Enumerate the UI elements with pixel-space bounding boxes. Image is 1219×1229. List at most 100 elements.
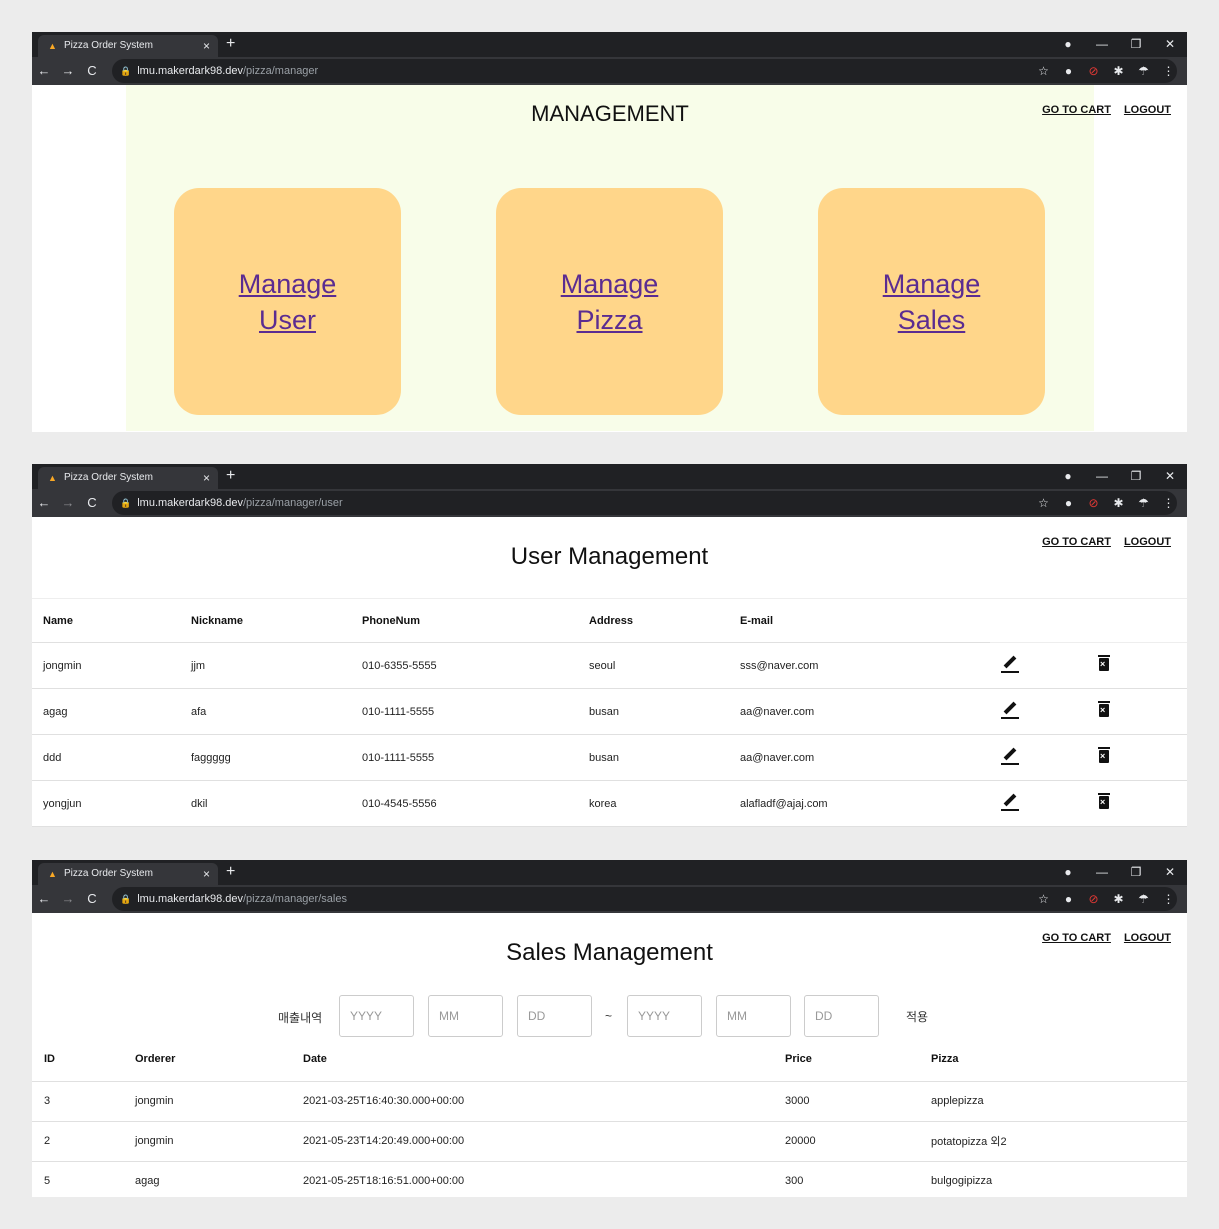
restore-icon[interactable]: ❐: [1119, 464, 1153, 489]
close-window-icon[interactable]: ✕: [1153, 860, 1187, 885]
profile-avatar-icon[interactable]: ☂: [1131, 885, 1156, 913]
minimize-icon[interactable]: —: [1085, 464, 1119, 489]
table-row: agag afa 010-1111-5555 busan aa@naver.co…: [32, 688, 1187, 735]
range-separator: ~: [605, 1009, 613, 1023]
from-day-input[interactable]: DD: [517, 995, 592, 1037]
back-icon[interactable]: ←: [32, 885, 56, 913]
back-icon[interactable]: ←: [32, 489, 56, 517]
minimize-icon[interactable]: —: [1085, 860, 1119, 885]
from-month-input[interactable]: MM: [428, 995, 503, 1037]
back-icon[interactable]: ←: [32, 57, 56, 85]
tab-close-icon[interactable]: ×: [203, 863, 210, 885]
edit-pencil-icon[interactable]: [1001, 747, 1019, 765]
window-controls: ● — ❐ ✕: [1051, 32, 1187, 57]
profile-dot-icon[interactable]: ●: [1051, 464, 1085, 489]
profile-avatar-icon[interactable]: ☂: [1131, 489, 1156, 517]
edit-pencil-icon[interactable]: [1001, 655, 1019, 673]
extension-circle-icon[interactable]: ●: [1056, 489, 1081, 517]
block-icon[interactable]: ⊘: [1081, 885, 1106, 913]
delete-trash-icon[interactable]: [1098, 700, 1110, 717]
go-to-cart-link[interactable]: GO TO CART: [1042, 536, 1111, 548]
puzzle-icon[interactable]: ✱: [1106, 885, 1131, 913]
table-row: 2 jongmin 2021-05-23T14:20:49.000+00:00 …: [32, 1121, 1187, 1162]
bookmark-star-icon[interactable]: ☆: [1031, 885, 1056, 913]
new-tab-button[interactable]: +: [226, 861, 235, 883]
tab-close-icon[interactable]: ×: [203, 467, 210, 489]
cell-nickname: faggggg: [180, 734, 351, 781]
from-year-input[interactable]: YYYY: [339, 995, 414, 1037]
extension-circle-icon[interactable]: ●: [1056, 57, 1081, 85]
to-day-input[interactable]: DD: [804, 995, 879, 1037]
block-icon[interactable]: ⊘: [1081, 57, 1106, 85]
extension-circle-icon[interactable]: ●: [1056, 885, 1081, 913]
cell-id: 2: [32, 1121, 123, 1162]
tab-bar: ▲ Pizza Order System × + ● — ❐ ✕: [32, 860, 1187, 885]
puzzle-icon[interactable]: ✱: [1106, 489, 1131, 517]
go-to-cart-link[interactable]: GO TO CART: [1042, 932, 1111, 944]
manage-pizza-link[interactable]: Manage Pizza: [545, 266, 675, 338]
manage-pizza-card[interactable]: Manage Pizza: [496, 188, 723, 415]
tab-close-icon[interactable]: ×: [203, 35, 210, 57]
address-bar[interactable]: 🔒 lmu.makerdark98.dev/pizza/manager/user: [112, 491, 1177, 515]
browser-toolbar: ← → C 🔒 lmu.makerdark98.dev/pizza/manager…: [32, 885, 1187, 913]
profile-dot-icon[interactable]: ●: [1051, 860, 1085, 885]
cell-address: korea: [578, 780, 729, 827]
cell-email: aa@naver.com: [729, 688, 990, 735]
restore-icon[interactable]: ❐: [1119, 860, 1153, 885]
profile-avatar-icon[interactable]: ☂: [1131, 57, 1156, 85]
menu-kebab-icon[interactable]: ⋮: [1156, 885, 1181, 913]
delete-trash-icon[interactable]: [1098, 746, 1110, 763]
reload-icon[interactable]: C: [80, 885, 104, 913]
to-month-input[interactable]: MM: [716, 995, 791, 1037]
restore-icon[interactable]: ❐: [1119, 32, 1153, 57]
cell-delete: [1088, 688, 1187, 735]
minimize-icon[interactable]: —: [1085, 32, 1119, 57]
cell-price: 300: [773, 1161, 919, 1197]
cell-id: 5: [32, 1161, 123, 1197]
window-controls: ● — ❐ ✕: [1051, 464, 1187, 489]
extension-icons: ☆ ● ⊘ ✱ ☂ ⋮: [1031, 885, 1181, 913]
manage-user-link[interactable]: Manage User: [223, 266, 353, 338]
logout-link[interactable]: LOGOUT: [1124, 932, 1171, 944]
logout-link[interactable]: LOGOUT: [1124, 104, 1171, 116]
browser-tab[interactable]: ▲ Pizza Order System ×: [38, 863, 218, 885]
forward-icon[interactable]: →: [56, 885, 80, 913]
puzzle-icon[interactable]: ✱: [1106, 57, 1131, 85]
forward-icon[interactable]: →: [56, 57, 80, 85]
manage-user-card[interactable]: Manage User: [174, 188, 401, 415]
browser-tab[interactable]: ▲ Pizza Order System ×: [38, 467, 218, 489]
edit-pencil-icon[interactable]: [1001, 793, 1019, 811]
menu-kebab-icon[interactable]: ⋮: [1156, 489, 1181, 517]
to-year-input[interactable]: YYYY: [627, 995, 702, 1037]
delete-trash-icon[interactable]: [1098, 792, 1110, 809]
col-header-nickname: Nickname: [180, 598, 351, 643]
block-icon[interactable]: ⊘: [1081, 489, 1106, 517]
reload-icon[interactable]: C: [80, 57, 104, 85]
manage-sales-link[interactable]: Manage Sales: [867, 266, 997, 338]
page-content: User Management GO TO CART LOGOUT Name N…: [32, 517, 1187, 827]
close-window-icon[interactable]: ✕: [1153, 32, 1187, 57]
cell-delete: [1088, 734, 1187, 781]
close-window-icon[interactable]: ✕: [1153, 464, 1187, 489]
menu-kebab-icon[interactable]: ⋮: [1156, 57, 1181, 85]
bookmark-star-icon[interactable]: ☆: [1031, 57, 1056, 85]
favicon-icon: ▲: [48, 473, 57, 483]
reload-icon[interactable]: C: [80, 489, 104, 517]
edit-pencil-icon[interactable]: [1001, 701, 1019, 719]
address-bar[interactable]: 🔒 lmu.makerdark98.dev/pizza/manager/sales: [112, 887, 1177, 911]
new-tab-button[interactable]: +: [226, 33, 235, 55]
apply-button[interactable]: 적용: [906, 1008, 928, 1025]
cell-address: busan: [578, 734, 729, 781]
forward-icon[interactable]: →: [56, 489, 80, 517]
manage-sales-card[interactable]: Manage Sales: [818, 188, 1045, 415]
bookmark-star-icon[interactable]: ☆: [1031, 489, 1056, 517]
browser-tab[interactable]: ▲ Pizza Order System ×: [38, 35, 218, 57]
new-tab-button[interactable]: +: [226, 465, 235, 487]
profile-dot-icon[interactable]: ●: [1051, 32, 1085, 57]
url-path: /pizza/manager/user: [243, 497, 343, 509]
go-to-cart-link[interactable]: GO TO CART: [1042, 104, 1111, 116]
cell-price: 3000: [773, 1081, 919, 1122]
logout-link[interactable]: LOGOUT: [1124, 536, 1171, 548]
delete-trash-icon[interactable]: [1098, 654, 1110, 671]
address-bar[interactable]: 🔒 lmu.makerdark98.dev/pizza/manager: [112, 59, 1177, 83]
